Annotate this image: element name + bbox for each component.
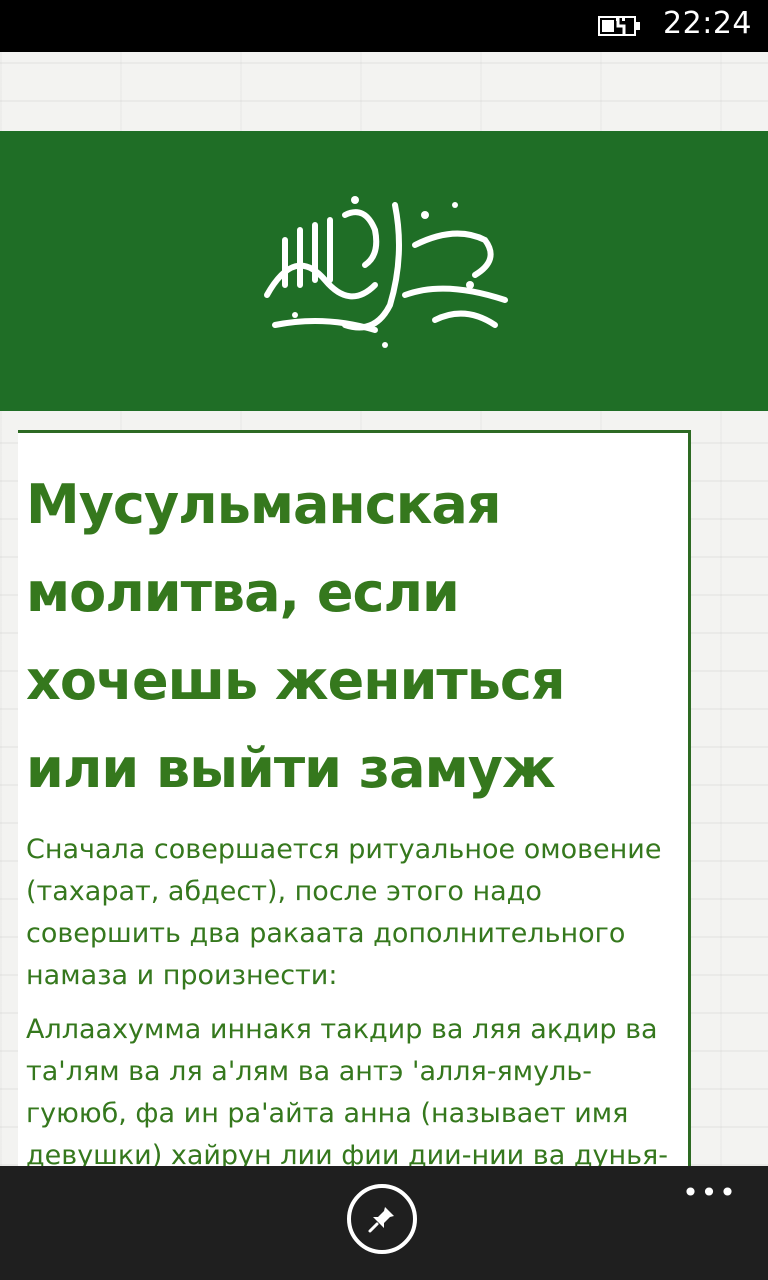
status-bar: 22:24 [0,0,768,52]
pin-button[interactable] [347,1184,417,1254]
more-options-button[interactable]: ••• [680,1176,740,1209]
article-card: Мусульманская молитва, если хочешь женит… [18,430,691,1193]
arabic-calligraphy-icon [264,196,508,348]
article-paragraph: Сначала совершается ритуальное омовение … [26,834,662,991]
battery-charging-icon [598,16,640,36]
clock: 22:24 [663,6,752,41]
pin-icon [368,1207,394,1233]
article-title: Мусульманская молитва, если хочешь женит… [26,473,566,800]
